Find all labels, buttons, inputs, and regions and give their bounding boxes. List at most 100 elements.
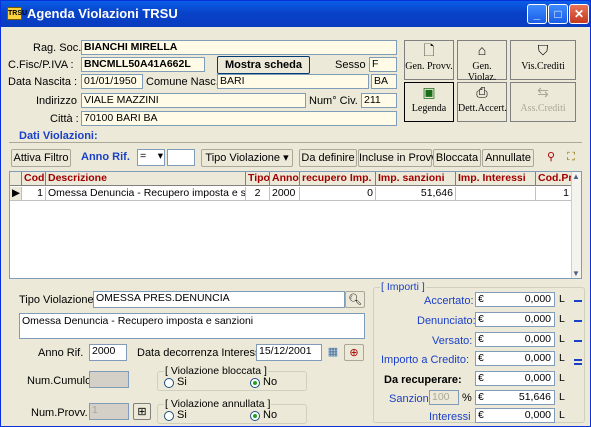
chevron-down-icon: ▾ [283,152,289,164]
col-header-cod[interactable]: Cod [22,172,46,186]
importo-credito-value: 0,000 [524,352,551,364]
sanzioni-value: 51,646 [518,391,551,403]
comune-field[interactable]: BARI [217,74,369,89]
versato-label: Versato: [432,335,473,347]
currency-label: L [559,372,565,384]
indirizzo-field[interactable]: VIALE MAZZINI [81,93,306,108]
bloccata-no-radio[interactable] [250,378,260,388]
vis-crediti-button[interactable]: ⛉ Vis.Crediti [510,40,576,80]
anno-filter-input[interactable] [167,149,195,166]
cell-tipo[interactable]: 2 [246,187,270,201]
dett-accert-button[interactable]: ⎙ Dett.Accert. [457,82,507,122]
bloccata-si-radio[interactable] [164,378,174,388]
importo-credito-field[interactable]: €0,000 [475,351,555,366]
attiva-filtro-button[interactable]: Attiva Filtro [11,149,71,167]
accertato-value: 0,000 [524,293,551,305]
da-recuperare-field[interactable]: €0,000 [475,371,555,386]
prov-field[interactable]: BA [371,74,397,89]
title-bar: TRSU Agenda Violazioni TRSU _ □ ✕ [1,1,590,27]
violations-table[interactable]: Cod Descrizione Tipo Anno recupero Imp. … [9,171,582,279]
col-header-descrizione[interactable]: Descrizione [46,172,246,186]
zoom-icon[interactable]: ⊕ [344,344,364,361]
num-provv-label: Num.Provv. [31,407,88,419]
col-header-recupero[interactable]: recupero Imp. [300,172,376,186]
rag-soc-label: Rag. Soc. : [33,42,88,54]
euro-sign: € [478,409,484,421]
denunciato-field[interactable]: €0,000 [475,312,555,327]
run-icon[interactable]: ⚲ [542,149,560,167]
sanzioni-field[interactable]: €51,646 [475,390,555,405]
anno-op-select[interactable]: = ▾ [137,149,165,166]
descrizione-field[interactable]: Omessa Denuncia - Recupero imposta e san… [19,313,365,339]
tipo-violazione-dropdown[interactable]: Tipo Violazione ▾ [201,149,293,167]
annullata-si-radio[interactable] [164,411,174,421]
cell-cod[interactable]: 1 [22,187,46,201]
versato-field[interactable]: €0,000 [475,332,555,347]
col-header-anno[interactable]: Anno [270,172,300,186]
gen-violaz-button[interactable]: ⌂ Gen. Violaz. [457,40,507,83]
num-cumulo-field[interactable] [89,371,129,388]
legend-icon: ▣ [422,86,436,101]
printer-icon: ⎙ [476,86,488,101]
minus-icon [574,340,582,342]
close-button[interactable]: ✕ [569,4,589,24]
col-header-tipo[interactable]: Tipo [246,172,270,186]
mostra-scheda-button[interactable]: Mostra scheda [217,56,310,74]
tab-annullate[interactable]: Annullate [482,149,534,167]
lock-icon[interactable]: ⛶ [562,149,580,167]
tipo-violazione-field[interactable]: OMESSA PRES.DENUNCIA [93,291,345,308]
num-provv-field[interactable]: 1 [89,403,129,420]
col-header-codpr[interactable]: Cod.Pr. [536,172,572,186]
credit-icon: ⛉ [537,44,549,59]
sanzioni-pct-field[interactable]: 100 [429,390,459,405]
tab-bloccata[interactable]: Bloccata [433,149,481,167]
data-nascita-field[interactable]: 01/01/1950 [81,74,143,89]
cf-label: C.Fisc/P.IVA : [8,59,74,71]
chevron-down-icon: ▾ [157,150,163,162]
tab-da-definire[interactable]: Da definire [299,149,357,167]
sesso-field[interactable]: F [369,57,397,72]
gen-provv-button[interactable]: 🗋 Gen. Provv. [404,40,454,80]
cell-codpr[interactable]: 1 [536,187,572,201]
civ-label: Num° Civ. : [309,95,364,107]
ass-crediti-button[interactable]: ⇆ Ass.Crediti [510,82,576,122]
currency-label: L [559,293,565,305]
table-scrollbar[interactable]: ▲ ▼ [571,172,581,278]
annullata-no-radio[interactable] [250,411,260,421]
importo-credito-label: Importo a Credito: [381,354,470,366]
citta-field[interactable]: 70100 BARI BA [81,111,397,126]
currency-label: L [559,333,565,345]
cell-recupero[interactable]: 0 [300,187,376,201]
data-nascita-label: Data Nascita : [8,76,78,88]
calendar-icon[interactable]: ▦ [324,344,342,361]
accertato-field[interactable]: €0,000 [475,292,555,307]
civ-field[interactable]: 211 [361,93,397,108]
equals-icon-bottom [574,363,582,365]
anno-rif-field[interactable]: 2000 [89,344,127,361]
sesso-label: Sesso : [335,59,372,71]
cell-anno[interactable]: 2000 [270,187,300,201]
cf-field[interactable]: BNCMLL50A41A662L [81,57,205,72]
maximize-button[interactable]: □ [548,4,568,24]
cell-sanzioni[interactable]: 51,646 [376,187,456,201]
currency-label: L [559,409,565,421]
col-header-interessi[interactable]: Imp. Interessi [456,172,536,186]
legenda-button[interactable]: ▣ Legenda [404,82,454,122]
cell-descrizione[interactable]: Omessa Denuncia - Recupero imposta e s [46,187,246,201]
search-icon[interactable]: 🔍︎ [345,291,365,308]
interessi-field[interactable]: €0,000 [475,408,555,423]
assign-icon: ⇆ [537,86,549,101]
scroll-down-icon[interactable]: ▼ [572,269,581,278]
scroll-up-icon[interactable]: ▲ [572,172,581,181]
indirizzo-label: Indirizzo : [36,95,84,107]
minus-icon [574,300,582,302]
cell-interessi[interactable] [456,187,536,201]
minimize-button[interactable]: _ [527,4,547,24]
violazione-bloccata-group: [ Violazione bloccata ] Si No [157,365,307,391]
lookup-icon[interactable]: ⊞ [133,403,151,420]
data-decorrenza-field[interactable]: 15/12/2001 [256,344,322,361]
bloccata-no-label: No [263,376,278,388]
rag-soc-field[interactable]: BIANCHI MIRELLA [81,40,397,55]
col-header-sanzioni[interactable]: Imp. sanzioni [376,172,456,186]
tab-incluse-provv[interactable]: Incluse in Provv. [358,149,439,167]
